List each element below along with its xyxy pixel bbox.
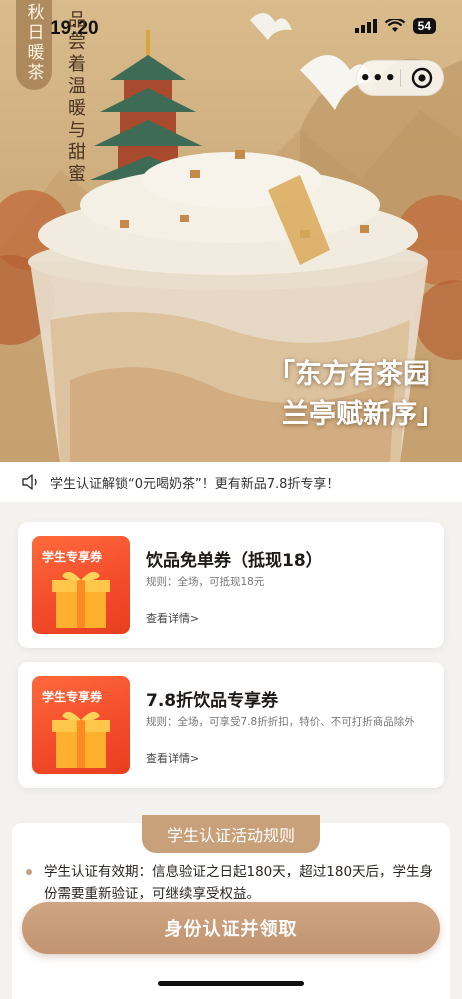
close-miniprogram-button[interactable] bbox=[400, 67, 443, 89]
coupon-rule: 规则：全场，可抵现18元 bbox=[146, 576, 265, 588]
coupon-rule: 规则：全场，可享受7.8折折扣，特价、不可打折商品除外 bbox=[146, 716, 415, 728]
gift-box-icon bbox=[52, 571, 110, 628]
coupon-title: 饮品免单券（抵现18） bbox=[146, 551, 323, 571]
coupon-image: 学生专享券 bbox=[32, 536, 130, 634]
coupon-card-discount[interactable]: 学生专享券 7.8折饮品专享券 规则：全场，可享受7.8折折扣，特价、不可打折商… bbox=[18, 662, 444, 788]
hero-vertical-text: 品尝着温暖与甜蜜 bbox=[65, 10, 86, 186]
battery-indicator: 54 bbox=[412, 18, 436, 34]
notice-bar: 学生认证解锁“0元喝奶茶”！更有新品7.8折专享！ bbox=[0, 462, 462, 502]
slogan-line-1: 「东方有茶园 bbox=[268, 359, 430, 390]
miniprogram-capsule: ••• bbox=[356, 60, 444, 96]
rules-title: 学生认证活动规则 bbox=[142, 815, 320, 853]
coupon-title: 7.8折饮品专享券 bbox=[146, 691, 279, 711]
hero-side-tag: 秋日暖茶 bbox=[16, 0, 52, 90]
signal-icon bbox=[354, 19, 377, 33]
coupon-image: 学生专享券 bbox=[32, 676, 130, 774]
notice-text: 学生认证解锁“0元喝奶茶”！更有新品7.8折专享！ bbox=[50, 476, 340, 492]
close-circle-icon bbox=[411, 67, 432, 89]
home-indicator[interactable] bbox=[158, 981, 304, 986]
coupon-details-link[interactable]: 查看详情> bbox=[146, 750, 199, 766]
rule-item: 学生认证有效期：信息验证之日起180天，超过180天后，学生身份需要重新验证，可… bbox=[24, 861, 434, 905]
hero-slogan: 「东方有茶园 兰亭赋新序」 bbox=[268, 355, 444, 435]
speaker-icon bbox=[22, 474, 37, 490]
verify-and-claim-button[interactable]: 身份认证并领取 bbox=[22, 902, 440, 954]
more-menu-button[interactable]: ••• bbox=[357, 68, 400, 89]
slogan-line-2: 兰亭赋新序」 bbox=[282, 399, 444, 430]
wifi-icon bbox=[384, 19, 405, 32]
status-icons: 54 bbox=[354, 18, 436, 34]
gift-box-icon bbox=[52, 711, 110, 768]
coupon-details-link[interactable]: 查看详情> bbox=[146, 610, 199, 626]
coupon-card-free-drink[interactable]: 学生专享券 饮品免单券（抵现18） 规则：全场，可抵现18元 查看详情> bbox=[18, 522, 444, 648]
hero-banner: 19:20 54 秋日暖茶 品尝着温暖与甜蜜 ••• 「东方有茶园 兰亭赋新序」 bbox=[0, 0, 462, 462]
